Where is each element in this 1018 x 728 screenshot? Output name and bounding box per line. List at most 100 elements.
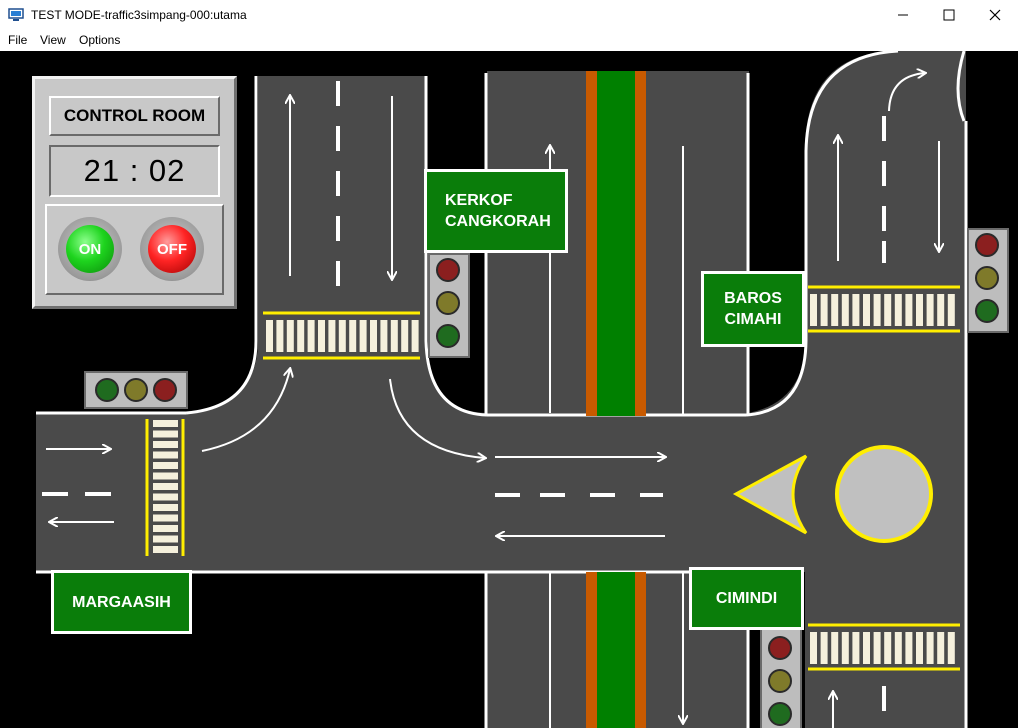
close-button[interactable] — [972, 0, 1018, 30]
close-icon — [989, 9, 1001, 21]
zebra-stripe — [286, 320, 294, 352]
zebra-stripe — [411, 320, 419, 352]
control-room-panel: CONTROL ROOM 21 : 02 ON OFF — [32, 76, 237, 309]
zebra-stripe — [947, 294, 955, 326]
zebra-stripe — [905, 294, 913, 326]
traffic-light-baros — [967, 228, 1009, 333]
zebra-stripe — [810, 632, 817, 664]
zebra-stripe — [926, 632, 934, 664]
maximize-icon — [943, 9, 955, 21]
red-lamp — [153, 378, 177, 402]
minimize-button[interactable] — [880, 0, 926, 30]
zebra-stripe — [266, 320, 273, 352]
zebra-stripe — [153, 451, 178, 459]
sign-baros-cimahi: BAROS CIMAHI — [701, 271, 805, 347]
zebra-stripe — [297, 320, 305, 352]
control-room-title: CONTROL ROOM — [49, 96, 220, 136]
zebra-stripe — [276, 320, 284, 352]
zebra-stripe — [153, 514, 178, 522]
zebra-stripe — [894, 632, 902, 664]
zebra-stripe — [370, 320, 377, 352]
zebra-stripe — [852, 294, 860, 326]
zebra-stripe — [831, 294, 839, 326]
zebra-stripe — [153, 483, 178, 490]
sign-kerkof-cangkorah: KERKOF CANGKORAH — [424, 169, 568, 253]
zebra-stripe — [153, 535, 178, 543]
roundabout — [835, 445, 933, 543]
zebra-stripe — [873, 632, 881, 664]
window-title: TEST MODE-traffic3simpang-000:utama — [31, 8, 247, 22]
clock-display: 21 : 02 — [49, 145, 220, 197]
zebra-stripe — [153, 462, 178, 469]
zebra-stripe — [894, 294, 902, 326]
zebra-stripe — [926, 294, 934, 326]
traffic-light-kerkof — [428, 253, 470, 358]
sign-baros-label: BAROS CIMAHI — [724, 290, 782, 328]
zebra-stripe — [153, 420, 178, 427]
menu-bar: File View Options — [0, 30, 1018, 51]
zebra-stripe — [937, 294, 945, 326]
intersection-canvas: KERKOF CANGKORAH BAROS CIMAHI MARGAASIH … — [0, 51, 1018, 728]
zebra-stripe — [338, 320, 346, 352]
red-lamp — [975, 233, 999, 257]
off-button[interactable]: OFF — [140, 217, 204, 281]
minimize-icon — [898, 14, 908, 16]
zebra-stripe — [831, 632, 839, 664]
menu-view[interactable]: View — [40, 33, 66, 47]
zebra-stripe — [390, 320, 398, 352]
sign-margaasih-label: MARGAASIH — [72, 593, 171, 611]
zebra-stripe — [153, 525, 178, 532]
zebra-stripe — [863, 632, 870, 664]
off-label: OFF — [157, 240, 187, 258]
red-lamp — [436, 258, 460, 282]
zebra-stripe — [841, 294, 849, 326]
green-lamp — [95, 378, 119, 402]
green-lamp — [436, 324, 460, 348]
zebra-stripe — [153, 493, 178, 501]
zebra-stripe — [905, 632, 913, 664]
zebra-stripe — [852, 632, 860, 664]
on-label: ON — [78, 240, 102, 258]
zebra-stripe — [916, 294, 923, 326]
switch-panel: ON OFF — [45, 204, 224, 295]
zebra-stripe — [820, 632, 828, 664]
green-lamp — [975, 299, 999, 323]
sign-cimindi-label: CIMINDI — [715, 590, 778, 607]
zebra-stripe — [401, 320, 409, 352]
app-monitor-icon — [8, 8, 24, 21]
menu-options[interactable]: Options — [79, 33, 120, 47]
zebra-stripe — [349, 320, 357, 352]
yellow-lamp — [436, 291, 460, 315]
zebra-stripe — [153, 472, 178, 480]
median-strip — [586, 71, 646, 728]
zebra-stripe — [153, 430, 178, 438]
on-button[interactable]: ON — [58, 217, 122, 281]
maximize-button[interactable] — [926, 0, 972, 30]
zebra-stripe — [328, 320, 336, 352]
yellow-lamp — [768, 669, 792, 693]
green-lamp — [768, 702, 792, 726]
menu-file[interactable]: File — [8, 33, 27, 47]
zebra-stripe — [916, 632, 923, 664]
yellow-lamp — [124, 378, 148, 402]
zebra-stripe — [153, 441, 178, 448]
zebra-stripe — [810, 294, 817, 326]
traffic-light-margaasih — [84, 371, 188, 409]
zebra-stripe — [884, 294, 892, 326]
zebra-stripe — [820, 294, 828, 326]
title-bar: TEST MODE-traffic3simpang-000:utama — [0, 0, 1018, 30]
zebra-stripe — [873, 294, 881, 326]
zebra-stripe — [153, 546, 178, 553]
zebra-stripe — [937, 632, 945, 664]
zebra-stripe — [380, 320, 388, 352]
zebra-stripe — [359, 320, 367, 352]
sign-margaasih: MARGAASIH — [51, 570, 192, 634]
sign-cimindi: CIMINDI — [689, 567, 804, 630]
zebra-stripe — [863, 294, 870, 326]
zebra-stripe — [947, 632, 955, 664]
zebra-stripe — [318, 320, 325, 352]
sign-kerkof-label: KERKOF CANGKORAH — [445, 192, 551, 230]
yellow-lamp — [975, 266, 999, 290]
zebra-stripe — [841, 632, 849, 664]
red-lamp — [768, 636, 792, 660]
